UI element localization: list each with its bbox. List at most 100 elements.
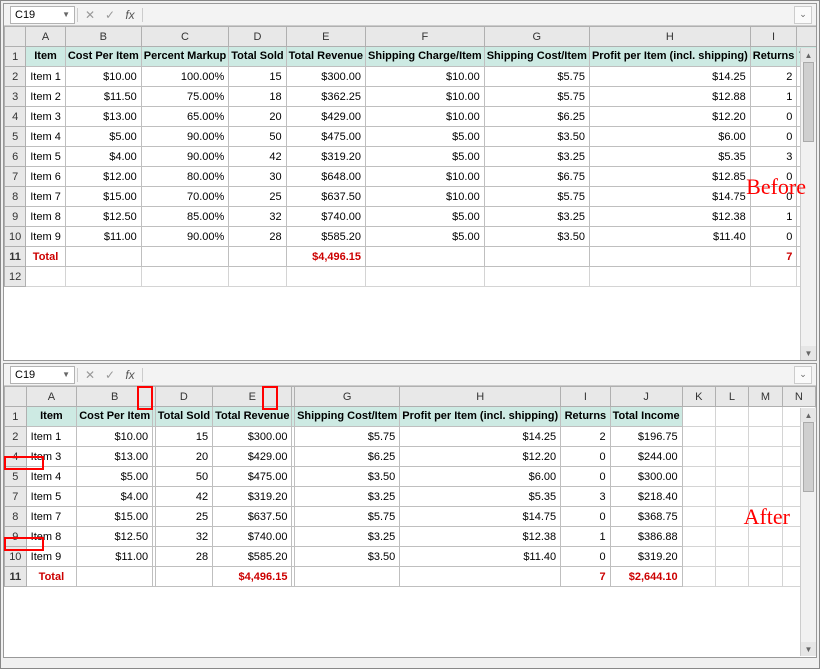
cell[interactable]: Total [26,567,77,587]
row-header[interactable]: 12 [5,267,26,287]
cell[interactable]: 30 [229,167,286,187]
cell[interactable] [229,267,286,287]
cell[interactable]: $3.25 [295,487,400,507]
cell[interactable]: 0 [750,107,797,127]
column-header[interactable]: J [797,27,816,47]
cell[interactable]: $5.00 [77,467,153,487]
cell[interactable]: $14.75 [400,507,561,527]
column-header[interactable]: N [782,387,815,407]
cell[interactable]: $11.50 [65,87,141,107]
cell[interactable] [295,567,400,587]
cell[interactable]: $5.75 [295,427,400,447]
cell[interactable]: $319.20 [610,547,682,567]
cell[interactable]: 15 [155,427,212,447]
fx-icon[interactable]: fx [120,368,140,382]
cell[interactable]: 25 [229,187,286,207]
cell[interactable] [715,567,748,587]
cell[interactable]: Item 3 [26,447,77,467]
cell[interactable]: $13.00 [77,447,153,467]
before-grid[interactable]: ABCDEFGHIJKL 1ItemCost Per ItemPercent M… [4,26,816,360]
row-header[interactable]: 2 [5,427,27,447]
cell[interactable]: $12.50 [77,527,153,547]
cell[interactable]: 70.00% [141,187,229,207]
cell[interactable]: $5.00 [366,127,485,147]
cell[interactable] [589,247,750,267]
cell[interactable]: Item 8 [26,207,66,227]
cell[interactable] [682,567,715,587]
cell[interactable]: 20 [155,447,212,467]
cell[interactable]: 3 [561,487,610,507]
cell[interactable] [484,247,589,267]
cell[interactable]: $4.00 [65,147,141,167]
cell[interactable]: 50 [229,127,286,147]
cell[interactable]: $11.40 [400,547,561,567]
cell[interactable]: Item 2 [26,87,66,107]
row-header[interactable]: 5 [5,467,27,487]
row-header[interactable]: 11 [5,247,26,267]
cell[interactable]: 90.00% [141,147,229,167]
chevron-down-icon[interactable]: ▼ [62,370,70,379]
row-header[interactable]: 6 [5,147,26,167]
cell[interactable]: $10.00 [366,107,485,127]
fx-icon[interactable]: fx [120,8,140,22]
cell[interactable]: $12.85 [589,167,750,187]
row-header[interactable]: 5 [5,127,26,147]
cell[interactable]: 7 [561,567,610,587]
cell[interactable]: $10.00 [366,187,485,207]
column-header[interactable]: A [26,27,66,47]
cell[interactable]: $3.50 [295,467,400,487]
cell[interactable]: $5.35 [589,147,750,167]
cell[interactable]: Item 8 [26,527,77,547]
table-header[interactable]: Item [26,47,66,67]
cell[interactable]: $5.75 [295,507,400,527]
cell[interactable]: $300.00 [610,467,682,487]
cell[interactable]: $5.75 [484,67,589,87]
row-header[interactable]: 3 [5,87,26,107]
cell[interactable]: $368.75 [610,507,682,527]
cell[interactable]: $386.88 [610,527,682,547]
cell[interactable]: $14.25 [589,67,750,87]
cell[interactable] [682,487,715,507]
cell[interactable] [229,247,286,267]
scroll-down-icon[interactable]: ▼ [801,346,816,360]
cell[interactable]: $5.75 [484,87,589,107]
table-header[interactable]: Shipping Cost/Item [484,47,589,67]
cell[interactable]: 1 [750,87,797,107]
cell[interactable]: 7 [750,247,797,267]
cell[interactable]: $6.25 [484,107,589,127]
cell[interactable] [749,407,783,427]
scroll-up-icon[interactable]: ▲ [801,48,816,62]
table-header[interactable]: Profit per Item (incl. shipping) [400,407,561,427]
cell[interactable]: 28 [229,227,286,247]
expand-formula-bar-icon[interactable]: ⌄ [794,6,812,24]
cell[interactable]: $6.00 [400,467,561,487]
cell[interactable]: $12.20 [589,107,750,127]
column-header[interactable]: D [155,387,212,407]
cell[interactable]: $3.25 [295,527,400,547]
cell[interactable] [141,247,229,267]
table-header[interactable]: Returns [561,407,610,427]
cell[interactable]: Item 1 [26,67,66,87]
cell[interactable]: $475.00 [213,467,292,487]
cell[interactable] [750,267,797,287]
row-header[interactable]: 7 [5,487,27,507]
cell[interactable]: $429.00 [286,107,365,127]
row-header[interactable]: 2 [5,67,26,87]
cell[interactable]: $10.00 [65,67,141,87]
column-header[interactable]: F [366,27,485,47]
name-box[interactable]: C19 ▼ [10,366,75,384]
cell[interactable]: 32 [229,207,286,227]
cell[interactable]: $300.00 [286,67,365,87]
cell[interactable]: $12.38 [400,527,561,547]
cell[interactable]: 90.00% [141,227,229,247]
table-header[interactable]: Item [26,407,77,427]
cell[interactable]: $15.00 [77,507,153,527]
row-header[interactable]: 8 [5,187,26,207]
cell[interactable]: $10.00 [366,67,485,87]
cell[interactable]: 15 [229,67,286,87]
cell[interactable]: $11.00 [77,547,153,567]
table-header[interactable]: Total Sold [229,47,286,67]
cell[interactable]: 2 [750,67,797,87]
cell[interactable] [141,267,229,287]
cell[interactable]: $12.38 [589,207,750,227]
